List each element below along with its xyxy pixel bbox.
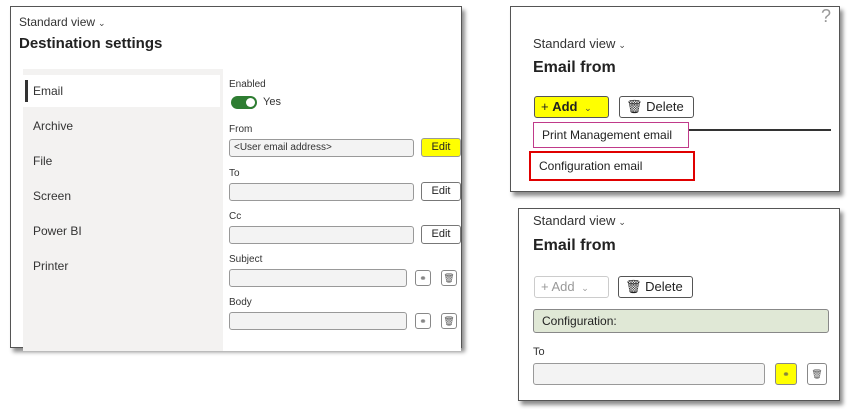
add-label: Add: [551, 279, 575, 294]
configuration-row[interactable]: Configuration:: [533, 309, 829, 333]
add-button[interactable]: + Add ⌄: [534, 96, 609, 118]
trash-icon: 🗑: [625, 279, 642, 294]
from-edit-button[interactable]: Edit: [421, 138, 461, 157]
chevron-down-icon: ⌄: [98, 18, 106, 28]
help-icon[interactable]: ?: [821, 6, 831, 27]
link-icon[interactable]: ⚭: [775, 363, 797, 385]
trash-icon[interactable]: 🗑: [807, 363, 827, 385]
view-selector[interactable]: Standard view ⌄: [533, 35, 626, 53]
from-label: From: [229, 124, 253, 135]
to-edit-button[interactable]: Edit: [421, 182, 461, 201]
chevron-down-icon: ⌄: [618, 217, 626, 227]
nav-item-label: Email: [33, 84, 64, 98]
divider: [679, 129, 831, 131]
subject-field[interactable]: [229, 269, 407, 287]
trash-icon: 🗑: [626, 99, 643, 114]
nav-item-label: Archive: [33, 119, 74, 133]
to-field[interactable]: [229, 183, 414, 201]
trash-icon[interactable]: 🗑: [441, 313, 457, 329]
nav-item-printer[interactable]: Printer: [23, 250, 220, 282]
nav-item-label: Printer: [33, 259, 69, 273]
enabled-toggle[interactable]: [231, 96, 257, 109]
to-label: To: [533, 346, 545, 358]
enabled-label: Enabled: [229, 79, 266, 90]
page-title: Destination settings: [19, 35, 163, 52]
nav-item-label: Screen: [33, 189, 72, 203]
section-title: Email from: [533, 237, 616, 254]
add-label: Add: [552, 99, 578, 114]
cc-edit-button[interactable]: Edit: [421, 225, 461, 244]
nav-item-label: Power BI: [33, 224, 82, 238]
nav-item-power-bi[interactable]: Power BI: [23, 215, 220, 247]
nav-item-label: File: [33, 154, 53, 168]
chevron-down-icon: ⌄: [581, 283, 589, 293]
email-from-dropdown-panel: ? Standard view ⌄ Email from + Add ⌄ 🗑 De…: [510, 6, 840, 192]
dropdown-item-configuration-email[interactable]: Configuration email: [529, 151, 695, 181]
dropdown-item-print-management-email[interactable]: Print Management email: [533, 122, 689, 148]
link-icon[interactable]: ⚭: [415, 313, 431, 329]
delete-label: Delete: [646, 99, 684, 114]
nav-item-screen[interactable]: Screen: [23, 180, 220, 212]
chevron-down-icon: ⌄: [584, 103, 592, 113]
nav-item-file[interactable]: File: [23, 145, 220, 177]
delete-button[interactable]: 🗑 Delete: [619, 96, 694, 118]
body-field[interactable]: [229, 312, 407, 330]
to-label: To: [229, 168, 240, 179]
plus-icon: +: [541, 279, 549, 294]
body-label: Body: [229, 297, 252, 308]
link-icon[interactable]: ⚭: [415, 270, 431, 286]
trash-icon[interactable]: 🗑: [441, 270, 457, 286]
delete-label: Delete: [645, 279, 683, 294]
view-selector[interactable]: Standard view ⌄: [19, 13, 106, 31]
destination-settings-panel: Standard view ⌄ Destination settings Emai…: [10, 6, 462, 351]
view-label: Standard view: [533, 213, 616, 228]
nav-item-archive[interactable]: Archive: [23, 110, 220, 142]
view-selector[interactable]: Standard view ⌄: [533, 212, 626, 230]
email-form: Enabled Yes From <User email address> Ed…: [223, 69, 461, 351]
section-title: Email from: [533, 59, 616, 76]
view-label: Standard view: [19, 15, 96, 29]
email-from-configuration-panel: Standard view ⌄ Email from + Add ⌄ 🗑 Dele…: [518, 208, 840, 401]
from-field[interactable]: <User email address>: [229, 139, 414, 157]
nav-item-email[interactable]: Email: [23, 75, 220, 107]
view-label: Standard view: [533, 36, 616, 51]
plus-icon: +: [541, 99, 549, 114]
chevron-down-icon: ⌄: [618, 40, 626, 50]
delete-button[interactable]: 🗑 Delete: [618, 276, 693, 298]
add-button[interactable]: + Add ⌄: [534, 276, 609, 298]
cc-field[interactable]: [229, 226, 414, 244]
subject-label: Subject: [229, 254, 263, 265]
enabled-value: Yes: [263, 96, 281, 108]
settings-body: Email Archive File Screen Power BI Print…: [23, 69, 461, 351]
cc-label: Cc: [229, 211, 242, 222]
to-field[interactable]: [533, 363, 765, 385]
